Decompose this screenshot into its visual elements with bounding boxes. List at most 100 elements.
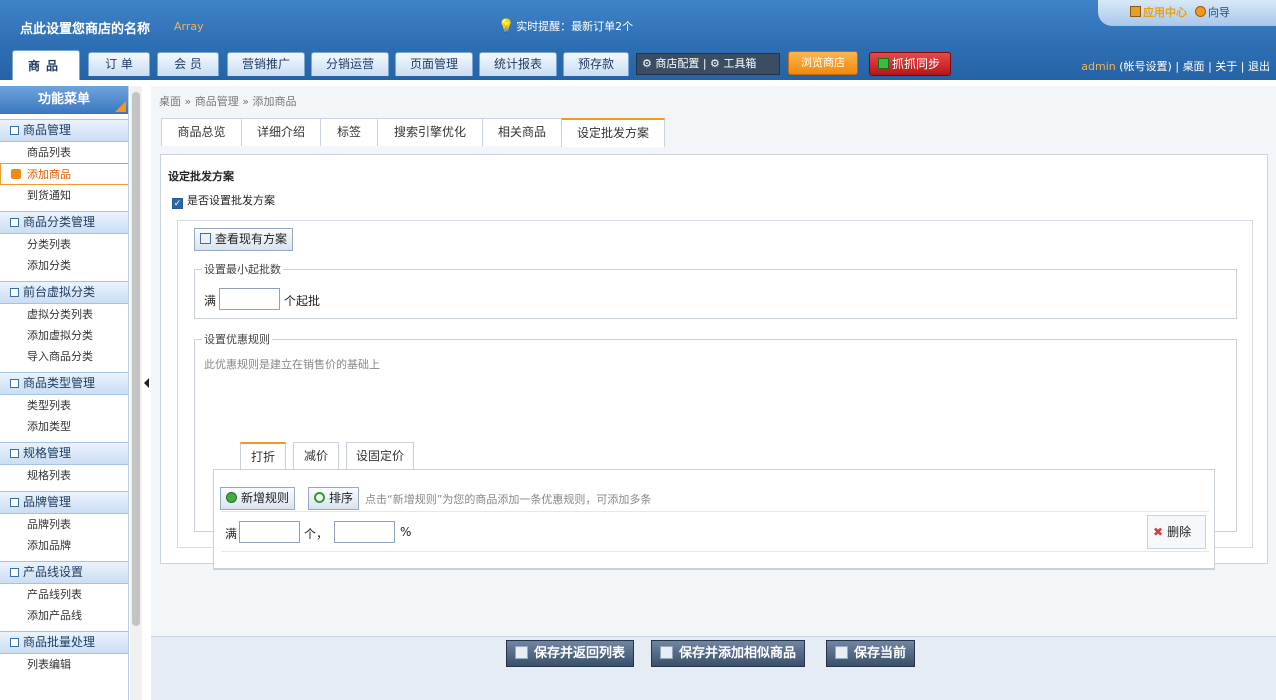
sidebar-item-label: 添加商品 — [27, 168, 71, 181]
nav-tab-distribution[interactable]: 分销运营 — [311, 52, 389, 76]
sidebar-group-category-management[interactable]: 商品分类管理 — [0, 211, 128, 234]
guide-link[interactable]: 向导 — [1195, 4, 1230, 20]
about-link[interactable]: 关于 — [1215, 60, 1237, 73]
realtime-reminder[interactable]: 💡 实时提醒：最新订单2个 — [498, 18, 633, 34]
min-batch-input[interactable] — [219, 288, 280, 310]
sidebar-group-product-line[interactable]: 产品线设置 — [0, 561, 128, 584]
tab-tags[interactable]: 标签 — [320, 118, 378, 146]
sidebar-item-add-brand[interactable]: 添加品牌 — [0, 535, 128, 556]
desktop-link[interactable]: 桌面 — [1183, 60, 1205, 73]
save-add-similar-label: 保存并添加相似商品 — [679, 646, 797, 661]
tab-wholesale[interactable]: 设定批发方案 — [561, 118, 665, 147]
collapse-icon — [10, 498, 19, 507]
rule-quantity-unit: 个， — [304, 527, 329, 541]
sidebar-item-add-type[interactable]: 添加类型 — [0, 416, 128, 437]
collapse-icon — [10, 638, 19, 647]
sidebar-item-add-product[interactable]: 添加商品 — [0, 163, 128, 185]
discount-rules-legend: 设置优惠规则 — [204, 333, 270, 346]
nav-tab-pages[interactable]: 页面管理 — [395, 52, 473, 76]
sidebar-item-virtual-category-list[interactable]: 虚拟分类列表 — [0, 304, 128, 325]
checkbox-checked-icon[interactable]: ✓ — [172, 198, 183, 209]
separator: | — [1175, 60, 1180, 73]
app-center-icon — [1130, 6, 1141, 17]
store-config-toolbox-button[interactable]: ⚙ 商店配置 | ⚙ 工具箱 — [636, 53, 780, 75]
collapse-icon — [10, 288, 19, 297]
save-current-label: 保存当前 — [854, 646, 907, 661]
sidebar-item-brand-list[interactable]: 品牌列表 — [0, 514, 128, 535]
sidebar-item-category-list[interactable]: 分类列表 — [0, 234, 128, 255]
app-center-label: 应用中心 — [1143, 6, 1187, 19]
nav-tab-deposit[interactable]: 预存款 — [563, 52, 629, 76]
sidebar-item-product-list[interactable]: 商品列表 — [0, 142, 128, 163]
tab-description[interactable]: 详细介绍 — [241, 118, 321, 146]
logout-link[interactable]: 退出 — [1248, 60, 1270, 73]
sync-label: 抓抓同步 — [892, 57, 941, 71]
shop-name-link[interactable]: 点此设置您商店的名称 — [20, 18, 150, 37]
save-current-button[interactable]: 保存当前 — [826, 640, 916, 667]
sidebar-item-spec-list[interactable]: 规格列表 — [0, 465, 128, 486]
collapse-icon — [10, 449, 19, 458]
rules-box: 新增规则 排序 点击“新增规则”为您的商品添加一条优惠规则，可添加多条 满 个，… — [213, 469, 1215, 570]
wholesale-panel: 设定批发方案 ✓ 是否设置批发方案 查看现有方案 设置最小起批数 满 个起批 设置… — [160, 154, 1268, 570]
rule-row: 满 个， % ✖ 删除 — [221, 511, 1209, 552]
nav-tab-reports[interactable]: 统计报表 — [479, 52, 557, 76]
collapse-icon — [10, 126, 19, 135]
enable-wholesale-checkbox[interactable]: ✓ 是否设置批发方案 — [172, 192, 275, 209]
panel-title: 设定批发方案 — [168, 170, 234, 183]
sidebar-group-batch-processing[interactable]: 商品批量处理 — [0, 631, 128, 654]
tab-price-reduction[interactable]: 减价 — [293, 442, 339, 470]
reminder-text[interactable]: 最新订单2个 — [571, 20, 633, 33]
save-return-label: 保存并返回列表 — [534, 646, 626, 661]
app-center-link[interactable]: 应用中心 — [1130, 4, 1187, 20]
nav-tab-marketing[interactable]: 营销推广 — [227, 52, 305, 76]
sync-icon — [878, 58, 889, 69]
sidebar-group-label: 商品分类管理 — [23, 215, 96, 229]
tab-product-overview[interactable]: 商品总览 — [161, 118, 242, 146]
footer-action-bar: 保存并返回列表 保存并添加相似商品 保存当前 — [151, 636, 1276, 700]
sidebar-group-spec-management[interactable]: 规格管理 — [0, 442, 128, 465]
sync-button[interactable]: 抓抓同步 — [869, 52, 951, 76]
rule-rate-input[interactable] — [334, 521, 395, 543]
main-content: 桌面 » 商品管理 » 添加商品 商品总览 详细介绍 标签 搜索引擎优化 相关商… — [151, 86, 1276, 700]
nav-tab-products[interactable]: 商品 — [12, 50, 80, 80]
delete-x-icon: ✖ — [1153, 525, 1164, 539]
sidebar-item-add-virtual-category[interactable]: 添加虚拟分类 — [0, 325, 128, 346]
save-add-similar-button[interactable]: 保存并添加相似商品 — [651, 640, 806, 667]
collapse-icon — [10, 568, 19, 577]
sidebar-group-label: 商品批量处理 — [23, 635, 96, 649]
delete-rule-label: 删除 — [1167, 525, 1192, 539]
sidebar-scrollbar-thumb[interactable] — [132, 92, 140, 626]
sidebar-item-product-line-list[interactable]: 产品线列表 — [0, 584, 128, 605]
sidebar-group-virtual-category[interactable]: 前台虚拟分类 — [0, 281, 128, 304]
user-bar: admin (帐号设置) | 桌面 | 关于 | 退出 — [1081, 58, 1270, 74]
sidebar-group-product-management[interactable]: 商品管理 — [0, 119, 128, 142]
rule-quantity-input[interactable] — [239, 521, 300, 543]
save-return-button[interactable]: 保存并返回列表 — [506, 640, 635, 667]
tab-related-products[interactable]: 相关商品 — [482, 118, 562, 146]
delete-rule-button[interactable]: ✖ 删除 — [1147, 515, 1207, 549]
sort-button[interactable]: 排序 — [308, 487, 360, 510]
tab-fixed-price[interactable]: 设固定价 — [346, 442, 414, 470]
tab-discount-rate[interactable]: 打折 — [240, 442, 286, 471]
sidebar-item-add-category[interactable]: 添加分类 — [0, 255, 128, 276]
sidebar-menu: 功能菜单 商品管理 商品列表 添加商品 到货通知 商品分类管理 分类列表 添加分… — [0, 86, 129, 700]
sidebar-item-arrival-notice[interactable]: 到货通知 — [0, 185, 128, 206]
sidebar-group-label: 品牌管理 — [23, 495, 72, 509]
top-right-links: 应用中心 向导 — [1098, 0, 1276, 26]
sidebar-group-type-management[interactable]: 商品类型管理 — [0, 372, 128, 395]
reminder-label: 实时提醒： — [516, 20, 572, 33]
nav-tab-members[interactable]: 会 员 — [157, 52, 219, 76]
view-existing-plans-button[interactable]: 查看现有方案 — [194, 228, 294, 251]
sidebar-group-label: 商品类型管理 — [23, 376, 96, 390]
sidebar-group-brand-management[interactable]: 品牌管理 — [0, 491, 128, 514]
add-rule-button[interactable]: 新增规则 — [220, 487, 296, 510]
account-settings-link[interactable]: (帐号设置) — [1119, 60, 1172, 73]
sidebar-item-add-product-line[interactable]: 添加产品线 — [0, 605, 128, 626]
sidebar-item-import-category[interactable]: 导入商品分类 — [0, 346, 128, 367]
tab-seo[interactable]: 搜索引擎优化 — [377, 118, 483, 146]
browse-store-button[interactable]: 浏览商店 — [788, 51, 858, 75]
sidebar-item-list-edit[interactable]: 列表编辑 — [0, 654, 128, 675]
nav-tab-orders[interactable]: 订 单 — [88, 52, 150, 76]
sidebar-item-type-list[interactable]: 类型列表 — [0, 395, 128, 416]
collapse-sidebar-icon[interactable] — [144, 378, 149, 388]
